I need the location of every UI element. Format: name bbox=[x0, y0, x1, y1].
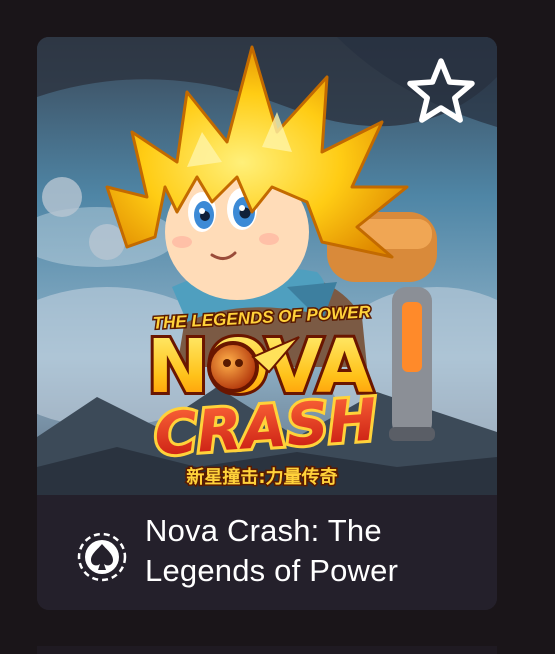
favorite-button[interactable] bbox=[403, 55, 479, 131]
spade-chip-icon bbox=[77, 532, 127, 582]
game-title[interactable]: Nova Crash: The Legends of Power bbox=[145, 511, 485, 591]
star-outline-icon bbox=[407, 58, 475, 123]
art-chinese-subtitle: 新星撞击:力量传奇 bbox=[186, 466, 337, 488]
next-card-edge bbox=[37, 646, 497, 654]
game-thumbnail[interactable]: THE LEGENDS OF POWER NOVA CRASH 新星撞击:力量传… bbox=[37, 37, 497, 495]
page: THE LEGENDS OF POWER NOVA CRASH 新星撞击:力量传… bbox=[0, 0, 555, 654]
game-card[interactable]: THE LEGENDS OF POWER NOVA CRASH 新星撞击:力量传… bbox=[37, 37, 497, 610]
game-info-bar[interactable]: Nova Crash: The Legends of Power bbox=[37, 495, 497, 610]
